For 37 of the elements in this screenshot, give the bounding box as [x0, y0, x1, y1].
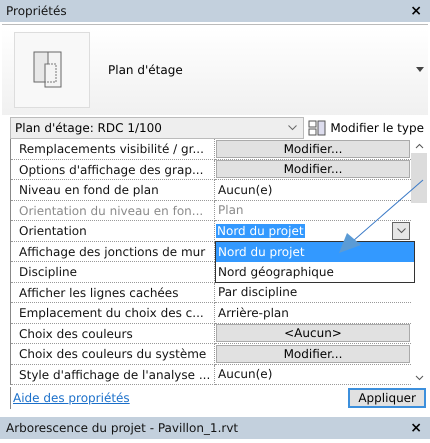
property-label: Emplacement du choix des c... — [11, 303, 215, 324]
property-value: Aucun(e) — [217, 367, 272, 382]
cell-button[interactable]: Modifier... — [216, 140, 410, 158]
edit-type-button[interactable]: Modifier le type — [304, 120, 428, 136]
property-label: Choix des couleurs — [11, 324, 215, 344]
property-label: Affichage des jonctions de mur — [11, 242, 215, 262]
property-label: Options d'affichage des grap... — [11, 160, 215, 180]
close-button[interactable]: × — [410, 420, 422, 436]
property-value: Arrière-plan — [217, 306, 289, 320]
property-label: Afficher les lignes cachées — [11, 282, 215, 303]
property-label: Orientation — [11, 221, 215, 242]
property-label: Style d'affichage de l'analyse ... — [11, 364, 215, 385]
scrollbar-thumb[interactable] — [411, 153, 427, 203]
property-label: Orientation du niveau en fon... — [11, 200, 215, 221]
cell-button[interactable]: Modifier... — [216, 344, 410, 363]
cell-button[interactable]: <Aucun> — [216, 324, 410, 342]
dropdown-option[interactable]: Nord géographique — [216, 262, 414, 282]
type-selector[interactable]: Plan d'étage: RDC 1/100 — [10, 117, 304, 139]
dropdown-button[interactable] — [392, 222, 410, 240]
panel-title: Arborescence du projet - Pavillon_1.rvt — [6, 421, 238, 435]
close-button[interactable]: × — [410, 3, 422, 19]
property-value: Aucun(e) — [217, 182, 272, 197]
chevron-down-icon — [288, 125, 298, 131]
property-value: Plan — [217, 203, 244, 218]
help-link[interactable]: Aide des propriétés — [13, 391, 130, 405]
edit-type-icon — [308, 120, 326, 136]
property-label: Niveau en fond de plan — [11, 180, 215, 200]
panel-title: Propriétés — [6, 4, 67, 18]
property-label: Remplacements visibilité / gr... — [11, 139, 215, 160]
cell-button[interactable]: Modifier... — [216, 160, 410, 178]
property-label: Discipline — [11, 262, 215, 282]
property-value: Par discipline — [217, 285, 298, 300]
property-label: Choix des couleurs du système — [11, 344, 215, 364]
apply-button[interactable]: Appliquer — [348, 388, 426, 408]
type-name: Plan d'étage — [108, 63, 184, 77]
caret-icon[interactable] — [416, 67, 424, 72]
chevron-down-icon — [396, 228, 406, 234]
